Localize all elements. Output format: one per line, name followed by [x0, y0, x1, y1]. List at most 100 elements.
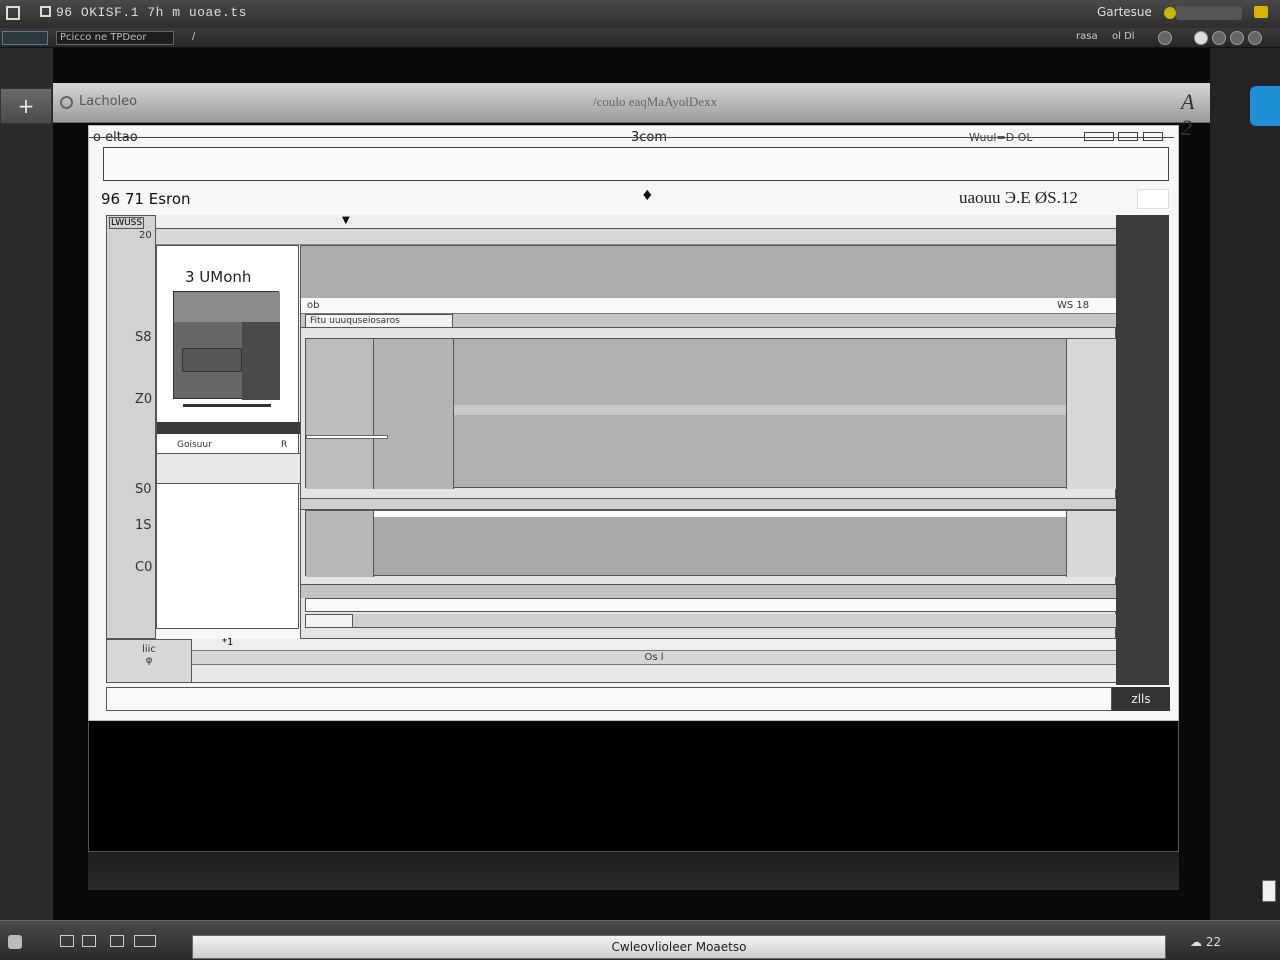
bottom-box-line: φ [145, 655, 153, 666]
brand-name: Lacholeo [79, 94, 138, 109]
panel-row[interactable]: Goisuur R [157, 436, 300, 454]
panel-row-empty[interactable] [157, 454, 300, 484]
grid-slider[interactable] [306, 435, 388, 439]
address-bar[interactable]: Pcicco ne TPDeor [56, 31, 174, 45]
gutter-number: S0 [135, 482, 152, 497]
address-text: Pcicco ne TPDeor [60, 32, 147, 43]
workspace: LWUSS 20 S8 Z0 S0 1S C0 ▼ 3 UMonh Goisuu… [106, 215, 1169, 685]
side-tab-button[interactable] [1250, 86, 1280, 126]
window-icon[interactable] [60, 935, 74, 947]
formula-input[interactable] [103, 147, 1169, 181]
app-header: Lacholeo /coulo eaqMaAyolDexx A 2 [53, 83, 1210, 140]
thumbnail-caption-bar [183, 404, 271, 407]
panel-dark-bar [157, 422, 300, 434]
grid-highlight [374, 511, 1066, 517]
refresh-icon[interactable] [1212, 31, 1226, 45]
split-view-icon[interactable] [134, 935, 156, 947]
grid-side-column [1066, 511, 1118, 577]
data-grid-lower[interactable] [305, 510, 1118, 577]
grid-side-column [1066, 339, 1118, 489]
section-right-box[interactable] [1137, 189, 1169, 209]
start-icon[interactable] [8, 935, 22, 949]
panel-row-label: Goisuur [177, 440, 212, 450]
canvas-header-row: ob WS 18 [301, 298, 1117, 314]
section-title: 96 71 Esron [101, 190, 191, 208]
gutter-number: 1S [135, 518, 152, 533]
settings-icon[interactable] [1158, 31, 1172, 45]
thumb-band [174, 292, 280, 322]
pointer-icon: ♦ [641, 188, 654, 204]
window-icon[interactable] [40, 6, 51, 17]
console-area[interactable] [88, 722, 1179, 852]
toolbar-right-label-2[interactable]: ol Dl [1112, 31, 1135, 42]
toolbar-right-label[interactable]: rasa [1076, 31, 1098, 42]
status-dot-icon [1164, 7, 1176, 19]
notification-icon[interactable] [1254, 6, 1268, 18]
canvas-top-band [301, 246, 1117, 298]
row-gutter: LWUSS 20 S8 Z0 S0 1S C0 [106, 215, 156, 639]
workspace-scrollbar[interactable] [1116, 215, 1169, 685]
gutter-number: Z0 [135, 392, 153, 407]
section-right-label: uaouu Э.Е ØS.12 [959, 188, 1078, 207]
home-icon[interactable] [1194, 31, 1208, 45]
user-label[interactable]: Gartesue [1097, 5, 1152, 19]
data-grid-upper[interactable] [305, 338, 1118, 489]
canvas-footer-tab[interactable] [305, 614, 353, 628]
status-bar: Cwleovlioleer Moaetso [192, 935, 1166, 959]
bottom-left-box[interactable]: liic φ [106, 639, 192, 683]
top-ruler: ▼ [156, 215, 1116, 229]
top-ruler-band [156, 229, 1116, 245]
ruler-marker-icon[interactable]: ▼ [342, 215, 350, 226]
command-button[interactable]: zlls [1112, 687, 1170, 711]
back-button[interactable]: + [0, 88, 52, 124]
status-text: Cwleovlioleer Moaetso [611, 940, 747, 954]
thumbnail-image[interactable] [173, 291, 280, 400]
browser-toolbar: Pcicco ne TPDeor / rasa ol Dl [0, 28, 1280, 48]
os-title-bar: 96 OKISF.1 7h m uoae.ts Gartesue [0, 0, 1280, 28]
canvas-header-right: WS 18 [1057, 300, 1090, 311]
page-title: /coulo eaqMaAyolDexx [593, 94, 718, 109]
folder-icon[interactable] [82, 935, 96, 947]
canvas-footer-bar [353, 614, 1117, 628]
grid-separator [301, 498, 1117, 510]
bottom-strip: *1 [192, 637, 1116, 651]
bottom-strip-label: Os l [644, 652, 664, 663]
brand-logo-icon [60, 96, 73, 109]
command-input[interactable] [106, 687, 1112, 711]
bottom-box-line: liic [142, 644, 156, 655]
thumbnail-panel: 3 UMonh Goisuur R [156, 245, 300, 629]
canvas-header-left: ob [307, 300, 320, 311]
header-divider [89, 137, 1174, 138]
left-side-panel [0, 48, 53, 920]
menu-icon[interactable] [1248, 31, 1262, 45]
canvas-tab[interactable]: Fitu uuuquseiosaros [305, 314, 453, 328]
tray-icon[interactable]: ☁ 22 [1190, 935, 1221, 949]
taskbar: Cwleovlioleer Moaetso ☁ 22 [0, 920, 1280, 960]
app-logo: A 2 [1181, 89, 1195, 140]
gutter-number: 20 [139, 230, 152, 241]
side-page-icon[interactable] [1262, 880, 1276, 902]
app-icon[interactable] [110, 935, 124, 947]
canvas-input-row[interactable] [305, 598, 1117, 612]
window-title: 96 OKISF.1 7h m uoae.ts [56, 5, 247, 20]
bottom-strip-label-row: Os l [192, 651, 1116, 665]
extension-icon[interactable] [1230, 31, 1244, 45]
search-field[interactable] [1176, 6, 1242, 20]
gutter-number: S8 [135, 330, 152, 345]
gutter-header: LWUSS [109, 217, 145, 229]
app-icon[interactable] [6, 6, 20, 20]
grid-column [374, 339, 454, 489]
thumb-column [242, 322, 280, 400]
bottom-marker: *1 [222, 637, 234, 648]
tab-strip-icon[interactable] [2, 31, 48, 45]
panel-row-right: R [281, 440, 288, 450]
thumb-block [182, 348, 242, 372]
gutter-number: C0 [135, 560, 153, 575]
grid-band [454, 405, 1066, 415]
main-canvas: ob WS 18 Fitu uuuquseiosaros [300, 245, 1118, 639]
right-side-panel [1210, 48, 1280, 920]
console-footer [88, 852, 1179, 890]
grid-column [306, 339, 374, 489]
thumbnail-label: 3 UMonh [185, 268, 252, 286]
address-separator: / [192, 31, 196, 42]
